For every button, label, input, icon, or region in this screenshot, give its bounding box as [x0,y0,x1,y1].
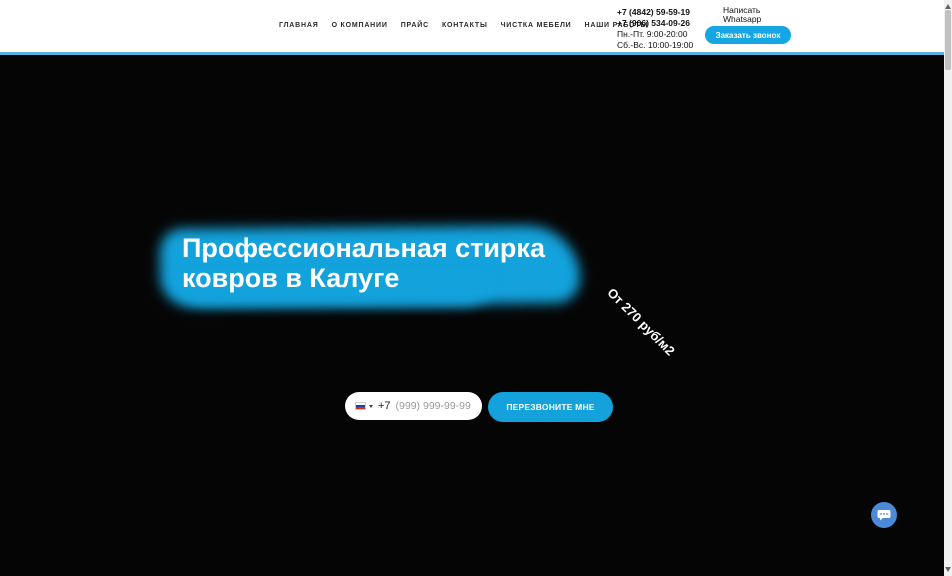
call-me-button[interactable]: ПЕРЕЗВОНИТЕ МНЕ [488,392,613,422]
contact-block: +7 (4842) 59-59-19 +7 (906) 534-09-26 Пн… [617,7,693,51]
scroll-down-arrow-icon[interactable] [944,567,952,576]
nav-item-home[interactable]: ГЛАВНАЯ [279,22,319,29]
chevron-down-icon[interactable] [369,404,373,408]
page-scrollbar[interactable] [944,0,952,576]
phone-link-2[interactable]: +7 (906) 534-09-26 [617,18,693,29]
chat-bubble-icon [877,510,891,521]
nav-item-price[interactable]: ПРАЙС [401,22,429,29]
phone-prefix: +7 [378,400,391,412]
hours-weekdays: Пн.-Пт. 9:00-20:00 [617,29,688,39]
nav-item-contacts[interactable]: КОНТАКТЫ [442,22,488,29]
phone-link-1[interactable]: +7 (4842) 59-59-19 [617,7,693,18]
main-nav: ГЛАВНАЯ О КОМПАНИИ ПРАЙС КОНТАКТЫ ЧИСТКА… [279,22,661,29]
hero-section: Профессиональная стирка ковров в Калуге … [0,55,944,576]
russia-flag-icon[interactable] [355,402,366,410]
scroll-thumb[interactable] [945,10,951,70]
scroll-up-arrow-icon[interactable] [944,0,952,9]
phone-input-field[interactable]: +7 [345,392,482,420]
price-tag: От 270 руб/м2 [604,285,678,359]
nav-item-furniture-cleaning[interactable]: ЧИСТКА МЕБЕЛИ [501,22,572,29]
phone-input[interactable] [393,399,476,413]
nav-item-about[interactable]: О КОМПАНИИ [332,22,388,29]
site-header: ГЛАВНАЯ О КОМПАНИИ ПРАЙС КОНТАКТЫ ЧИСТКА… [0,0,944,55]
whatsapp-link[interactable]: Написать Whatsapp [723,6,773,24]
order-call-button[interactable]: Заказать звонок [705,26,791,44]
chat-widget-button[interactable] [871,502,897,528]
hero-title: Профессиональная стирка ковров в Калуге [182,233,545,293]
hours-weekend: Сб.-Вс. 10:00-19:00 [617,40,694,50]
